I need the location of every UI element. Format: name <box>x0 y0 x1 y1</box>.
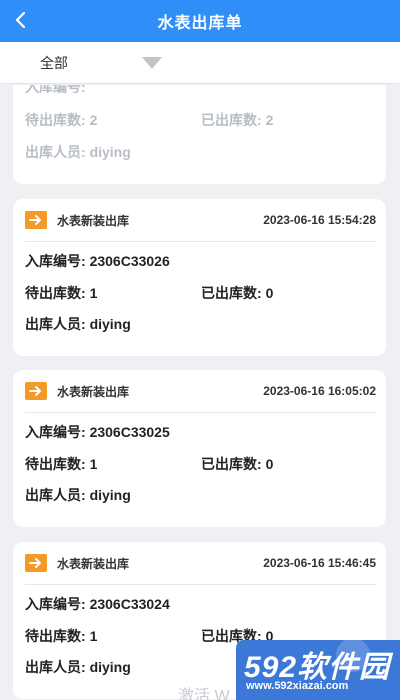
inbound-no-row: 入库编号: 2306C33024 <box>25 594 170 614</box>
inbound-no-row: 入库编号: 2306C33025 <box>25 422 170 442</box>
record-type: 水表新装出库 <box>57 384 130 399</box>
filter-bar: 全部 <box>0 42 400 84</box>
status-filter-select[interactable]: 全部 <box>0 42 162 83</box>
chevron-left-icon <box>15 11 26 29</box>
pending-value: 1 <box>89 628 98 644</box>
record-card[interactable]: 水表新装出库 2023-06-16 16:05:02 入库编号: 2306C33… <box>13 370 386 527</box>
pending-count-row: 待出库数: 1 <box>25 626 97 646</box>
pending-label: 待出库数: <box>25 456 90 472</box>
outbound-arrow-icon <box>25 211 47 229</box>
operator-value: diying <box>89 144 131 160</box>
shipped-value: 2 <box>265 112 274 128</box>
operator-value: diying <box>89 316 131 332</box>
operator-value: diying <box>89 487 131 503</box>
inbound-no-value: 2306C33025 <box>89 424 170 440</box>
card-divider <box>25 412 376 413</box>
shipped-count-row: 已出库数: 0 <box>201 283 273 303</box>
record-card-header: 水表新装出库 2023-06-16 15:54:28 <box>25 209 376 231</box>
inbound-no-row: 入库编号: 2306C33026 <box>25 251 170 271</box>
record-card[interactable]: 水表新装出库 2023-06-16 15:54:28 入库编号: 2306C33… <box>13 199 386 356</box>
operator-row: 出库人员: diying <box>25 485 131 505</box>
inbound-no-label: 入库编号: <box>25 85 86 93</box>
pending-value: 2 <box>89 112 98 128</box>
page-title: 水表出库单 <box>157 15 243 32</box>
shipped-count-row: 已出库数: 2 <box>201 110 273 130</box>
record-time: 2023-06-16 15:54:28 <box>263 213 376 227</box>
pending-count-row: 待出库数: 1 <box>25 283 97 303</box>
record-list[interactable]: 入库编号: 待出库数: 2 已出库数: 2 出库人员: diying 水表新装出… <box>0 85 400 700</box>
record-card-header: 水表新装出库 2023-06-16 16:05:02 <box>25 380 376 402</box>
site-watermark: 592软件园 www.592xiazai.com <box>236 640 400 700</box>
record-type: 水表新装出库 <box>57 556 130 571</box>
outbound-arrow-icon <box>25 554 47 572</box>
pending-label: 待出库数: <box>25 112 90 128</box>
record-card-header: 水表新装出库 2023-06-16 15:46:45 <box>25 552 376 574</box>
watermark-url: www.592xiazai.com <box>246 680 349 692</box>
operator-row: 出库人员: diying <box>25 314 131 334</box>
shipped-value: 0 <box>265 456 274 472</box>
pending-value: 1 <box>89 285 98 301</box>
operator-row: 出库人员: diying <box>25 142 131 162</box>
activate-windows-text: 激活 W <box>178 688 230 700</box>
operator-label: 出库人员: <box>25 487 90 503</box>
inbound-no-label: 入库编号: <box>25 424 90 440</box>
app-header: 水表出库单 <box>0 0 400 42</box>
shipped-label: 已出库数: <box>201 456 266 472</box>
shipped-value: 0 <box>265 285 274 301</box>
shipped-label: 已出库数: <box>201 112 266 128</box>
pending-value: 1 <box>89 456 98 472</box>
pending-count-row: 待出库数: 2 <box>25 110 97 130</box>
operator-label: 出库人员: <box>25 316 90 332</box>
partial-inbound-row: 入库编号: <box>25 85 86 93</box>
record-time: 2023-06-16 15:46:45 <box>263 556 376 570</box>
operator-row: 出库人员: diying <box>25 657 131 677</box>
status-filter-label: 全部 <box>40 54 68 71</box>
pending-count-row: 待出库数: 1 <box>25 454 97 474</box>
shipped-label: 已出库数: <box>201 285 266 301</box>
inbound-no-label: 入库编号: <box>25 596 90 612</box>
outbound-arrow-icon <box>25 382 47 400</box>
pending-label: 待出库数: <box>25 628 90 644</box>
card-divider <box>25 241 376 242</box>
caret-down-icon <box>142 56 162 69</box>
record-time: 2023-06-16 16:05:02 <box>263 384 376 398</box>
operator-label: 出库人员: <box>25 659 90 675</box>
record-type: 水表新装出库 <box>57 213 130 228</box>
inbound-no-label: 入库编号: <box>25 253 90 269</box>
inbound-no-value: 2306C33026 <box>89 253 170 269</box>
inbound-no-value: 2306C33024 <box>89 596 170 612</box>
back-button[interactable] <box>6 5 36 35</box>
shipped-count-row: 已出库数: 0 <box>201 454 273 474</box>
card-divider <box>25 584 376 585</box>
pending-label: 待出库数: <box>25 285 90 301</box>
operator-label: 出库人员: <box>25 144 90 160</box>
operator-value: diying <box>89 659 131 675</box>
record-card-partial[interactable]: 入库编号: 待出库数: 2 已出库数: 2 出库人员: diying <box>13 85 386 184</box>
